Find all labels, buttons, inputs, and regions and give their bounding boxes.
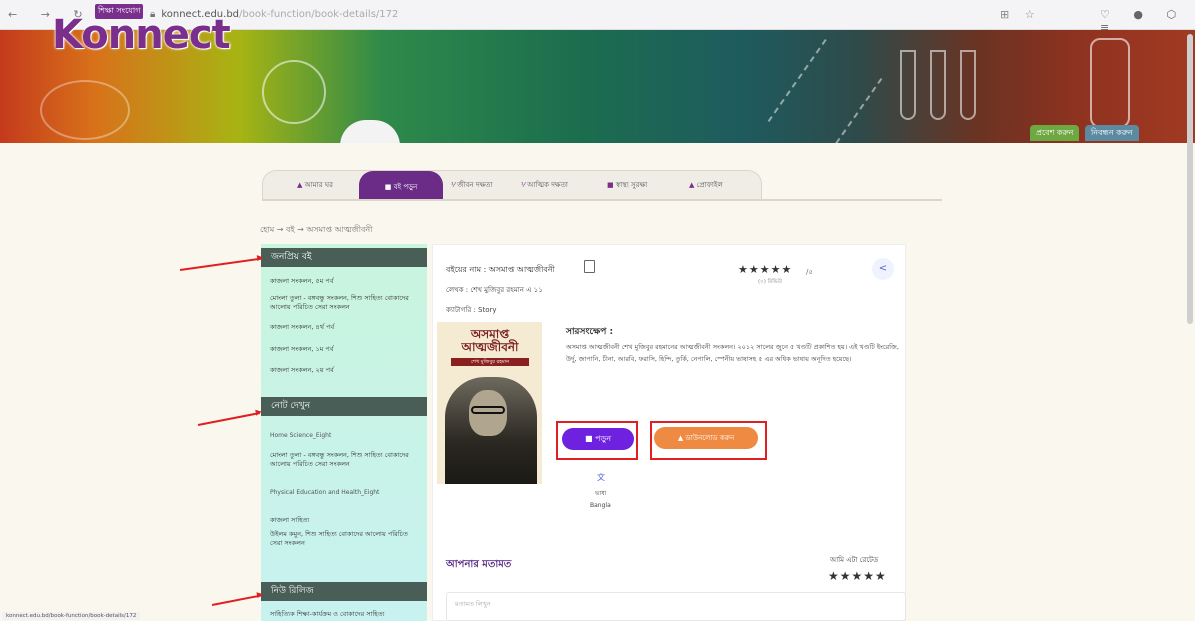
status-bar-url: konnect.edu.bd/book-function/book-detail…	[2, 612, 141, 620]
sidebar-item[interactable]: কাজলা সাহিত্য	[270, 516, 420, 525]
page-scrollbar[interactable]	[1187, 34, 1193, 324]
home-icon: ▲	[297, 181, 303, 189]
test-tube-decoration	[960, 50, 976, 120]
book-cover: অসমাপ্ত আত্মজীবনী শেখ মুজিবুর রহমান	[437, 322, 542, 484]
tab-label: বই পড়ুন	[393, 183, 418, 191]
highlight-box	[650, 421, 767, 460]
globe-decoration	[262, 60, 326, 124]
language-label: ভাষা	[595, 490, 607, 497]
book-author: লেখক : শেখ মুজিবুর রহমান এ ১১	[446, 286, 543, 294]
annotation-arrow	[197, 411, 260, 426]
test-tube-decoration	[930, 50, 946, 120]
comment-textarea[interactable]: মতামত লিখুন	[446, 592, 906, 621]
tab-label: জীবন দক্ষতা	[457, 181, 493, 189]
cover-glasses	[471, 406, 505, 414]
register-button[interactable]: নিবন্ধন করুন	[1085, 125, 1139, 141]
review-count: (০) রিভিউ	[758, 279, 783, 285]
dna-decoration	[767, 38, 883, 143]
sidebar-item[interactable]: সাহিত্যিক শিক্ষা-কার্যক্রম ও বোকাদের সাহ…	[270, 610, 420, 619]
book-title: বইয়ের নাম : অসমাপ্ত আত্মজীবনী	[446, 265, 555, 274]
cover-author: শেখ মুজিবুর রহমান	[451, 358, 529, 366]
test-tube-decoration	[900, 50, 916, 120]
language-icon: 文	[597, 473, 605, 482]
sidebar-item[interactable]: কাজলা সংকলন, ৫ম পর্ব	[270, 277, 420, 286]
skills-icon: ⅟	[451, 181, 455, 189]
summary-text: অসমাপ্ত আত্মজীবনী শেখ মুজিবুর রহমানের আত…	[566, 343, 899, 363]
tab-life-skills[interactable]: ⅟ জীবন দক্ষতা	[451, 179, 492, 191]
highlight-box	[556, 421, 638, 460]
rate-label: আমি এটা রেটেড	[830, 556, 879, 564]
language-value: Bangla	[590, 502, 611, 509]
book-category: ক্যাটাগরি : Story	[446, 306, 497, 314]
annotation-arrow	[211, 594, 262, 606]
url-path: /book-function/book-details/172	[239, 9, 399, 20]
tab-read-books[interactable]: ■ বই পড়ুন	[359, 171, 443, 201]
rating-scale: /৫	[806, 268, 813, 276]
book-icon: ■	[384, 183, 392, 191]
sidebar-item[interactable]: কাজলা সংকলন, ১ম পর্ব	[270, 345, 420, 354]
sidebar-item[interactable]: উইলম কমুন, শিশু সাহিত্য বোকাদের আলোয় পর…	[270, 530, 420, 548]
annotation-arrow	[179, 257, 262, 271]
tab-label: আমার ঘর	[304, 181, 333, 189]
profile-icon: ▲	[689, 181, 695, 189]
sidebar-item[interactable]: কাজলা সংকলন, ৪র্থ পর্ব	[270, 323, 420, 332]
sidebar-item[interactable]: Home Science_Eight	[270, 431, 420, 440]
mortarboard-decoration	[340, 120, 400, 143]
tab-label: প্রোফাইল	[696, 181, 723, 189]
health-icon: ■	[607, 181, 614, 189]
sidebar-item[interactable]: মোংলা তুলা - বঙ্গবন্ধু সংকলন, শিশু সাহিত…	[270, 451, 420, 469]
sidebar-item[interactable]: Physical Education and Health_Eight	[270, 488, 420, 497]
main-tab-nav: ▲ আমার ঘর ■ বই পড়ুন ⅟ জীবন দক্ষতা ⅟ আত্…	[262, 170, 762, 201]
cover-title: অসমাপ্ত আত্মজীবনী	[461, 327, 519, 354]
address-bar[interactable]: 🔒︎ konnect.edu.bd/book-function/book-deta…	[150, 6, 950, 24]
konnect-logo[interactable]: Konnect	[52, 12, 231, 58]
sidebar-section-notes: নোট দেখুন	[261, 397, 427, 416]
summary-heading: সারসংক্ষেপ :	[566, 327, 614, 337]
sidebar-item[interactable]: মোংলা তুলা - বঙ্গবন্ধু সংকলন, শিশু সাহিত…	[270, 294, 420, 312]
sidebar-section-new-release: নিউ রিলিজ	[261, 582, 427, 601]
tab-divider	[262, 199, 942, 201]
leaf-decoration	[40, 80, 130, 140]
tab-spiritual-skills[interactable]: ⅟ আত্মিক দক্ষতা	[521, 179, 568, 191]
sidebar-section-popular: জনপ্রিয় বই	[261, 248, 427, 267]
soul-icon: ⅟	[521, 181, 525, 189]
robot-decoration	[1090, 38, 1130, 128]
tab-health[interactable]: ■ স্বাস্থ্য সুরক্ষা	[607, 179, 647, 191]
url-bar-icons[interactable]: ⊞ ☆	[1000, 8, 1041, 21]
your-opinion-heading: আপনার মতামত	[446, 559, 512, 570]
rating-stars: ★★★★★	[738, 263, 793, 276]
bookmark-icon[interactable]	[584, 260, 595, 273]
tab-label: আত্মিক দক্ষতা	[527, 181, 568, 189]
tab-profile[interactable]: ▲ প্রোফাইল	[689, 179, 723, 191]
sidebar-item[interactable]: কাজলা সংকলন, ২য় পর্ব	[270, 366, 420, 375]
share-icon[interactable]: <	[872, 258, 894, 280]
breadcrumb[interactable]: হোম → বই → অসমাপ্ত আত্মজীবনী	[260, 224, 373, 237]
tab-home[interactable]: ▲ আমার ঘর	[297, 179, 333, 191]
login-button[interactable]: প্রবেশ করুন	[1030, 125, 1080, 141]
rate-stars[interactable]: ★★★★★	[828, 569, 887, 583]
tab-label: স্বাস্থ্য সুরক্ষা	[615, 181, 648, 189]
